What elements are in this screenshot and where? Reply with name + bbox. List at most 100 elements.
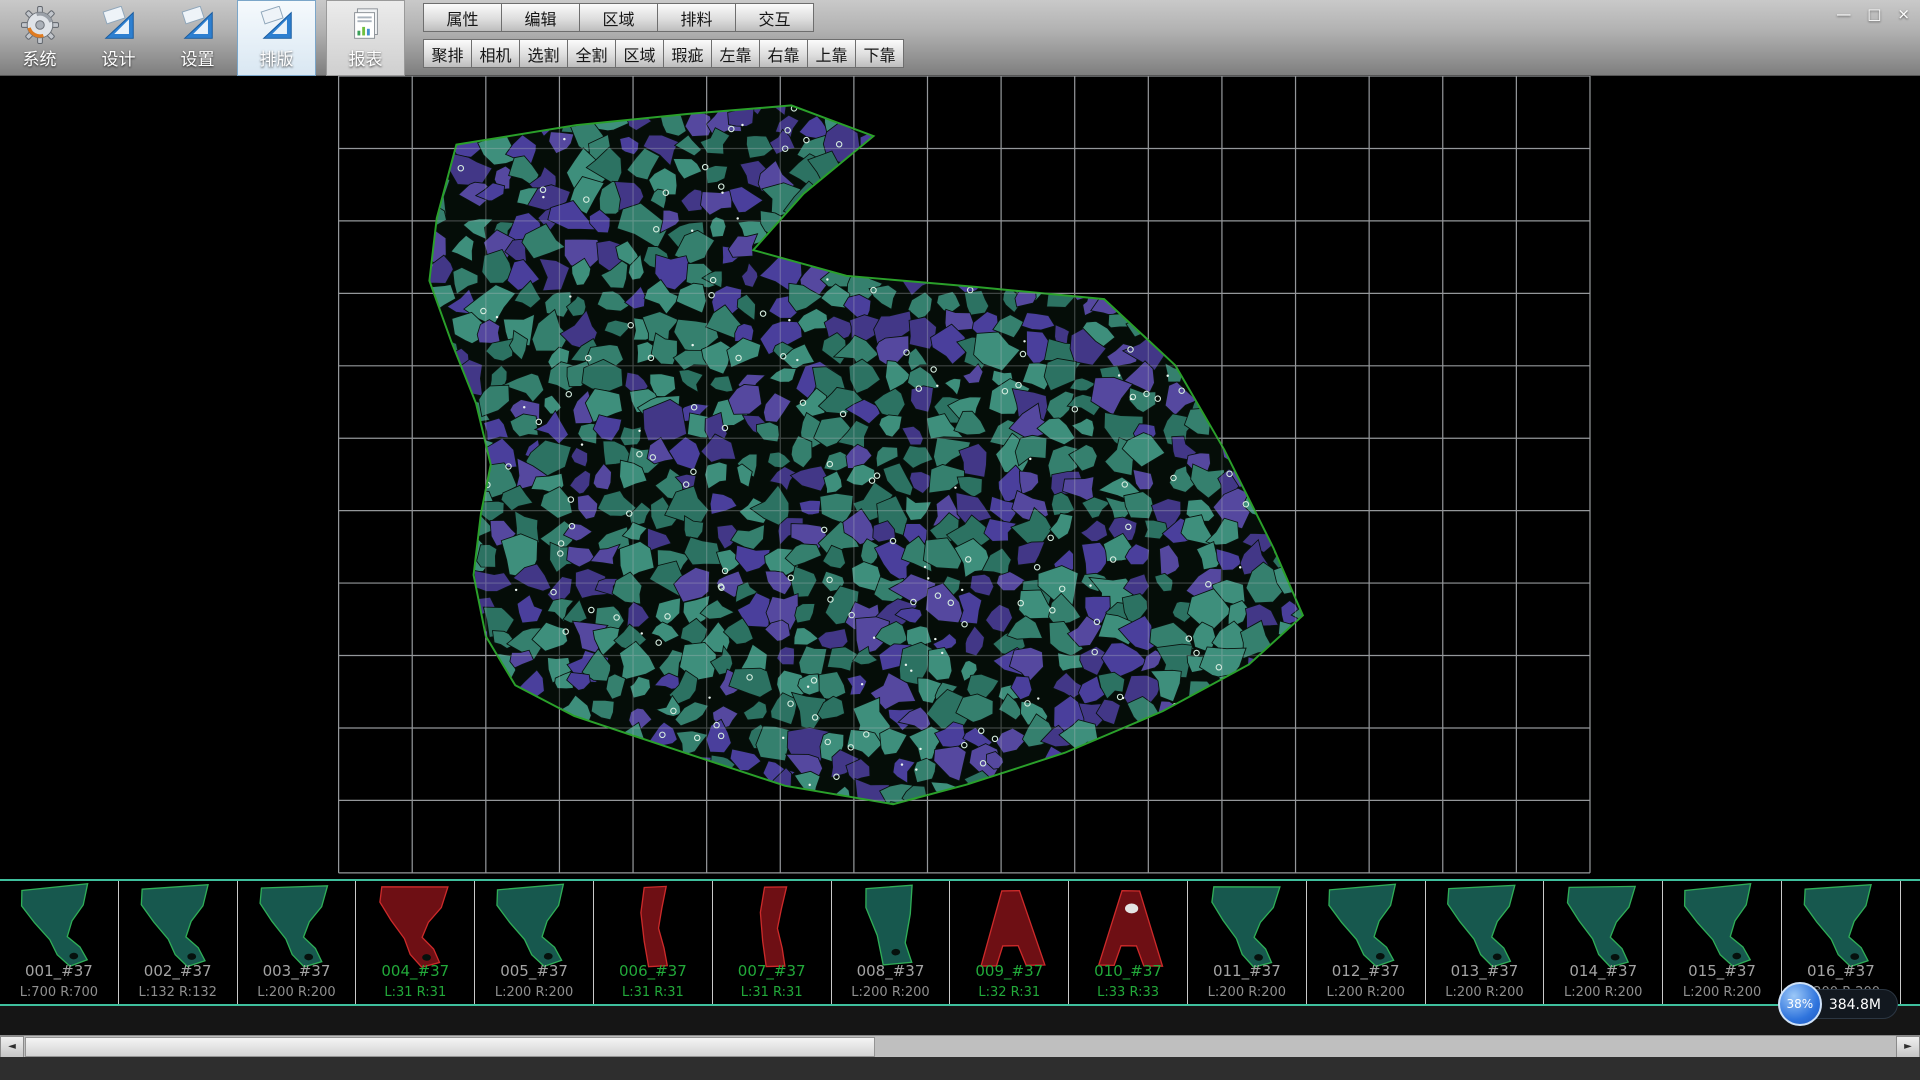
scrollbar-thumb[interactable] <box>25 1037 875 1057</box>
main-tab-settings[interactable]: 设置 <box>158 0 237 76</box>
menu-defect-button[interactable]: 瑕疵 <box>663 39 712 68</box>
piece-thumbnail <box>242 882 350 970</box>
progress-badge: 38% <box>1778 982 1822 1026</box>
menu-cluster-nest-button[interactable]: 聚排 <box>423 39 472 68</box>
piece-cell-004_#37[interactable]: 004_#37 L:31 R:31 <box>356 881 475 1004</box>
piece-name: 015_#37 <box>1663 962 1781 980</box>
piece-cell-002_#37[interactable]: 002_#37L:132 R:132 <box>119 881 238 1004</box>
close-button[interactable]: × <box>1897 5 1910 23</box>
piece-name: 010_#37 <box>1069 962 1187 980</box>
gear-icon <box>20 6 60 44</box>
horizontal-scrollbar[interactable]: ◄ ► <box>0 1035 1920 1057</box>
strip-gap <box>0 1006 1920 1035</box>
piece-thumbnail <box>5 882 113 970</box>
toolbar: 系统设计设置排版报表 属性编辑区域排料交互 聚排相机选割全割区域瑕疵左靠右靠上靠… <box>0 0 1920 76</box>
bottom-bar <box>0 1057 1920 1080</box>
menu-properties-button[interactable]: 属性 <box>423 3 502 32</box>
piece-cell-012_#37[interactable]: 012_#37 L:200 R:200 <box>1307 881 1426 1004</box>
menu-interact-button[interactable]: 交互 <box>735 3 814 32</box>
piece-name: 004_#37 <box>356 962 474 980</box>
piece-thumbnail <box>718 882 826 970</box>
piece-counts: L:31 R:31 <box>356 985 474 1000</box>
piece-name: 011_#37 <box>1188 962 1306 980</box>
menu-align-left-button[interactable]: 左靠 <box>711 39 760 68</box>
piece-thumbnail <box>1193 882 1301 970</box>
piece-counts: L:200 R:200 <box>475 985 593 1000</box>
main-tab-label: 报表 <box>349 45 383 70</box>
ruler-icon <box>178 6 218 44</box>
status-indicator: 38% 384.8M <box>1778 982 1898 1026</box>
piece-thumbnail <box>1549 882 1657 970</box>
maximize-button[interactable]: □ <box>1867 5 1881 23</box>
piece-cell-014_#37[interactable]: 014_#37 L:200 R:200 <box>1544 881 1663 1004</box>
piece-name: 003_#37 <box>238 962 356 980</box>
piece-thumbnail <box>480 882 588 970</box>
menu-align-top-button[interactable]: 上靠 <box>807 39 856 68</box>
pieces-strip: 001_#37 L:700 R:700002_#37L:132 R:132003_… <box>0 879 1920 1006</box>
piece-cell-011_#37[interactable]: 011_#37 L:200 R:200 <box>1188 881 1307 1004</box>
menu-edit-button[interactable]: 编辑 <box>501 3 580 32</box>
menu-region-2-button[interactable]: 区域 <box>615 39 664 68</box>
piece-name: 012_#37 <box>1307 962 1425 980</box>
piece-name: 013_#37 <box>1426 962 1544 980</box>
menu-align-bottom-button[interactable]: 下靠 <box>855 39 904 68</box>
piece-counts: L:200 R:200 <box>238 985 356 1000</box>
piece-name: 001_#37 <box>0 962 118 980</box>
piece-counts: L:33 R:33 <box>1069 985 1187 1000</box>
piece-counts: L:31 R:31 <box>713 985 831 1000</box>
piece-cell-007_#37[interactable]: 007_#37 L:31 R:31 <box>713 881 832 1004</box>
piece-counts: L:700 R:700 <box>0 985 118 1000</box>
piece-thumbnail <box>955 882 1063 970</box>
menu-align-right-button[interactable]: 右靠 <box>759 39 808 68</box>
piece-cell-003_#37[interactable]: 003_#37 L:200 R:200 <box>238 881 357 1004</box>
application-window: 系统设计设置排版报表 属性编辑区域排料交互 聚排相机选割全割区域瑕疵左靠右靠上靠… <box>0 0 1920 1080</box>
piece-thumbnail <box>836 882 944 970</box>
minimize-button[interactable]: — <box>1836 5 1851 23</box>
piece-counts: L:31 R:31 <box>594 985 712 1000</box>
piece-counts: L:200 R:200 <box>1307 985 1425 1000</box>
menu-select-cut-button[interactable]: 选割 <box>519 39 568 68</box>
piece-thumbnail <box>361 882 469 970</box>
menu-cut-all-button[interactable]: 全割 <box>567 39 616 68</box>
piece-cell-010_#37[interactable]: 010_#37 L:33 R:33 <box>1069 881 1188 1004</box>
piece-name: 005_#37 <box>475 962 593 980</box>
piece-name: 007_#37 <box>713 962 831 980</box>
piece-cell-006_#37[interactable]: 006_#37 L:31 R:31 <box>594 881 713 1004</box>
piece-cell-015_#37[interactable]: 015_#37 L:200 R:200 <box>1663 881 1782 1004</box>
main-tab-report[interactable]: 报表 <box>326 0 405 76</box>
piece-cell-001_#37[interactable]: 001_#37 L:700 R:700 <box>0 881 119 1004</box>
nesting-canvas[interactable] <box>0 76 1920 879</box>
main-tab-system[interactable]: 系统 <box>0 0 79 76</box>
main-tab-label: 排版 <box>260 45 294 70</box>
window-controls: — □ × <box>1836 5 1910 23</box>
menu-row-2: 聚排相机选割全割区域瑕疵左靠右靠上靠下靠 <box>423 39 903 68</box>
main-tab-bar: 系统设计设置 排版 报表 <box>0 0 405 76</box>
piece-thumbnail <box>124 882 232 970</box>
piece-counts: L:200 R:200 <box>1544 985 1662 1000</box>
ruler-icon <box>99 6 139 44</box>
piece-thumbnail <box>599 882 707 970</box>
piece-thumbnail <box>1074 882 1182 970</box>
main-tab-nesting[interactable]: 排版 <box>237 0 316 76</box>
menu-nest-button[interactable]: 排料 <box>657 3 736 32</box>
piece-name: 014_#37 <box>1544 962 1662 980</box>
menu-region-button[interactable]: 区域 <box>579 3 658 32</box>
main-tab-label: 设置 <box>181 45 215 70</box>
scroll-right-button[interactable]: ► <box>1896 1036 1920 1058</box>
piece-thumbnail <box>1430 882 1538 970</box>
piece-cell-013_#37[interactable]: 013_#37L:200 R:200 <box>1426 881 1545 1004</box>
piece-cell-008_#37[interactable]: 008_#37 L:200 R:200 <box>832 881 951 1004</box>
report-icon <box>346 6 386 44</box>
scroll-left-button[interactable]: ◄ <box>0 1036 24 1058</box>
piece-counts: L:200 R:200 <box>1188 985 1306 1000</box>
piece-counts: L:200 R:200 <box>832 985 950 1000</box>
piece-name: 008_#37 <box>832 962 950 980</box>
main-tab-design[interactable]: 设计 <box>79 0 158 76</box>
menu-camera-button[interactable]: 相机 <box>471 39 520 68</box>
piece-cell-009_#37[interactable]: 009_#37L:32 R:31 <box>950 881 1069 1004</box>
piece-thumbnail <box>1312 882 1420 970</box>
piece-name: 006_#37 <box>594 962 712 980</box>
piece-cell-005_#37[interactable]: 005_#37 L:200 R:200 <box>475 881 594 1004</box>
menu-area: 属性编辑区域排料交互 聚排相机选割全割区域瑕疵左靠右靠上靠下靠 <box>423 3 903 68</box>
piece-counts: L:200 R:200 <box>1663 985 1781 1000</box>
